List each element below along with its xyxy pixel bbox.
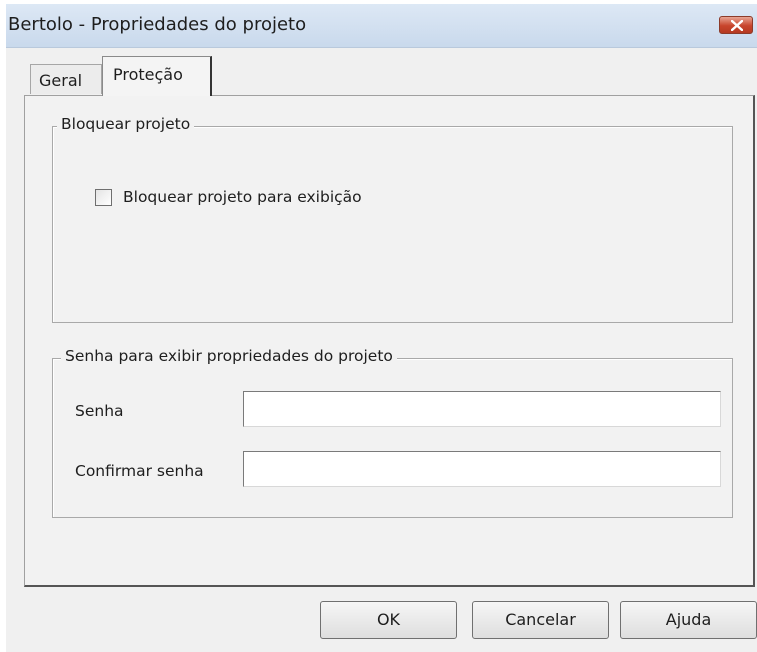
title-bar[interactable]: Bertolo - Propriedades do projeto xyxy=(6,4,757,48)
tab-strip: Geral Proteção xyxy=(6,48,757,96)
window-title: Bertolo - Propriedades do projeto xyxy=(8,14,307,35)
lock-project-legend: Bloquear projeto xyxy=(57,115,195,133)
confirm-password-label: Confirmar senha xyxy=(75,462,204,480)
confirm-password-input[interactable] xyxy=(243,451,721,487)
lock-project-group: Bloquear projeto Bloquear projeto para e… xyxy=(52,115,733,323)
password-label: Senha xyxy=(75,402,124,420)
password-input[interactable] xyxy=(243,391,721,427)
password-group-legend: Senha para exibir propriedades do projet… xyxy=(61,347,397,365)
ok-button[interactable]: OK xyxy=(320,601,457,639)
lock-project-checkbox-label[interactable]: Bloquear projeto para exibição xyxy=(123,188,362,206)
project-properties-dialog: Bertolo - Propriedades do projeto Geral … xyxy=(6,4,757,652)
password-group: Senha para exibir propriedades do projet… xyxy=(52,347,733,518)
protection-tab-panel: Bloquear projeto Bloquear projeto para e… xyxy=(24,95,755,587)
help-button[interactable]: Ajuda xyxy=(620,601,757,639)
close-button[interactable] xyxy=(719,16,753,34)
lock-project-checkbox[interactable] xyxy=(95,189,112,206)
tab-protecao[interactable]: Proteção xyxy=(102,56,212,96)
close-icon xyxy=(731,20,743,31)
tab-geral[interactable]: Geral xyxy=(30,64,102,94)
cancel-button[interactable]: Cancelar xyxy=(472,601,609,639)
